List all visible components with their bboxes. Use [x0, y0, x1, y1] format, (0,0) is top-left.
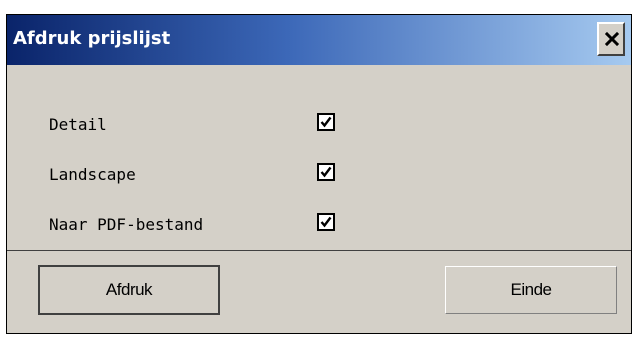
- title-bar[interactable]: Afdruk prijslijst: [7, 15, 631, 65]
- print-button[interactable]: Afdruk: [38, 265, 220, 315]
- print-price-list-dialog: Afdruk prijslijst Detail Landscape Naar …: [6, 14, 632, 334]
- divider: [7, 250, 631, 251]
- window-title: Afdruk prijslijst: [13, 28, 171, 49]
- end-button[interactable]: Einde: [445, 266, 617, 314]
- detail-checkbox[interactable]: [317, 113, 335, 131]
- pdf-file-checkbox[interactable]: [317, 213, 335, 231]
- close-window-button[interactable]: [597, 22, 625, 56]
- option-label-landscape: Landscape: [49, 165, 136, 184]
- checkmark-icon: [320, 166, 332, 178]
- options-panel: Detail Landscape Naar PDF-bestand Afdruk…: [7, 65, 631, 333]
- close-icon: [605, 32, 619, 46]
- landscape-checkbox[interactable]: [317, 163, 335, 181]
- option-label-pdf: Naar PDF-bestand: [49, 215, 204, 234]
- checkmark-icon: [320, 116, 332, 128]
- option-label-detail: Detail: [49, 115, 107, 134]
- checkmark-icon: [320, 216, 332, 228]
